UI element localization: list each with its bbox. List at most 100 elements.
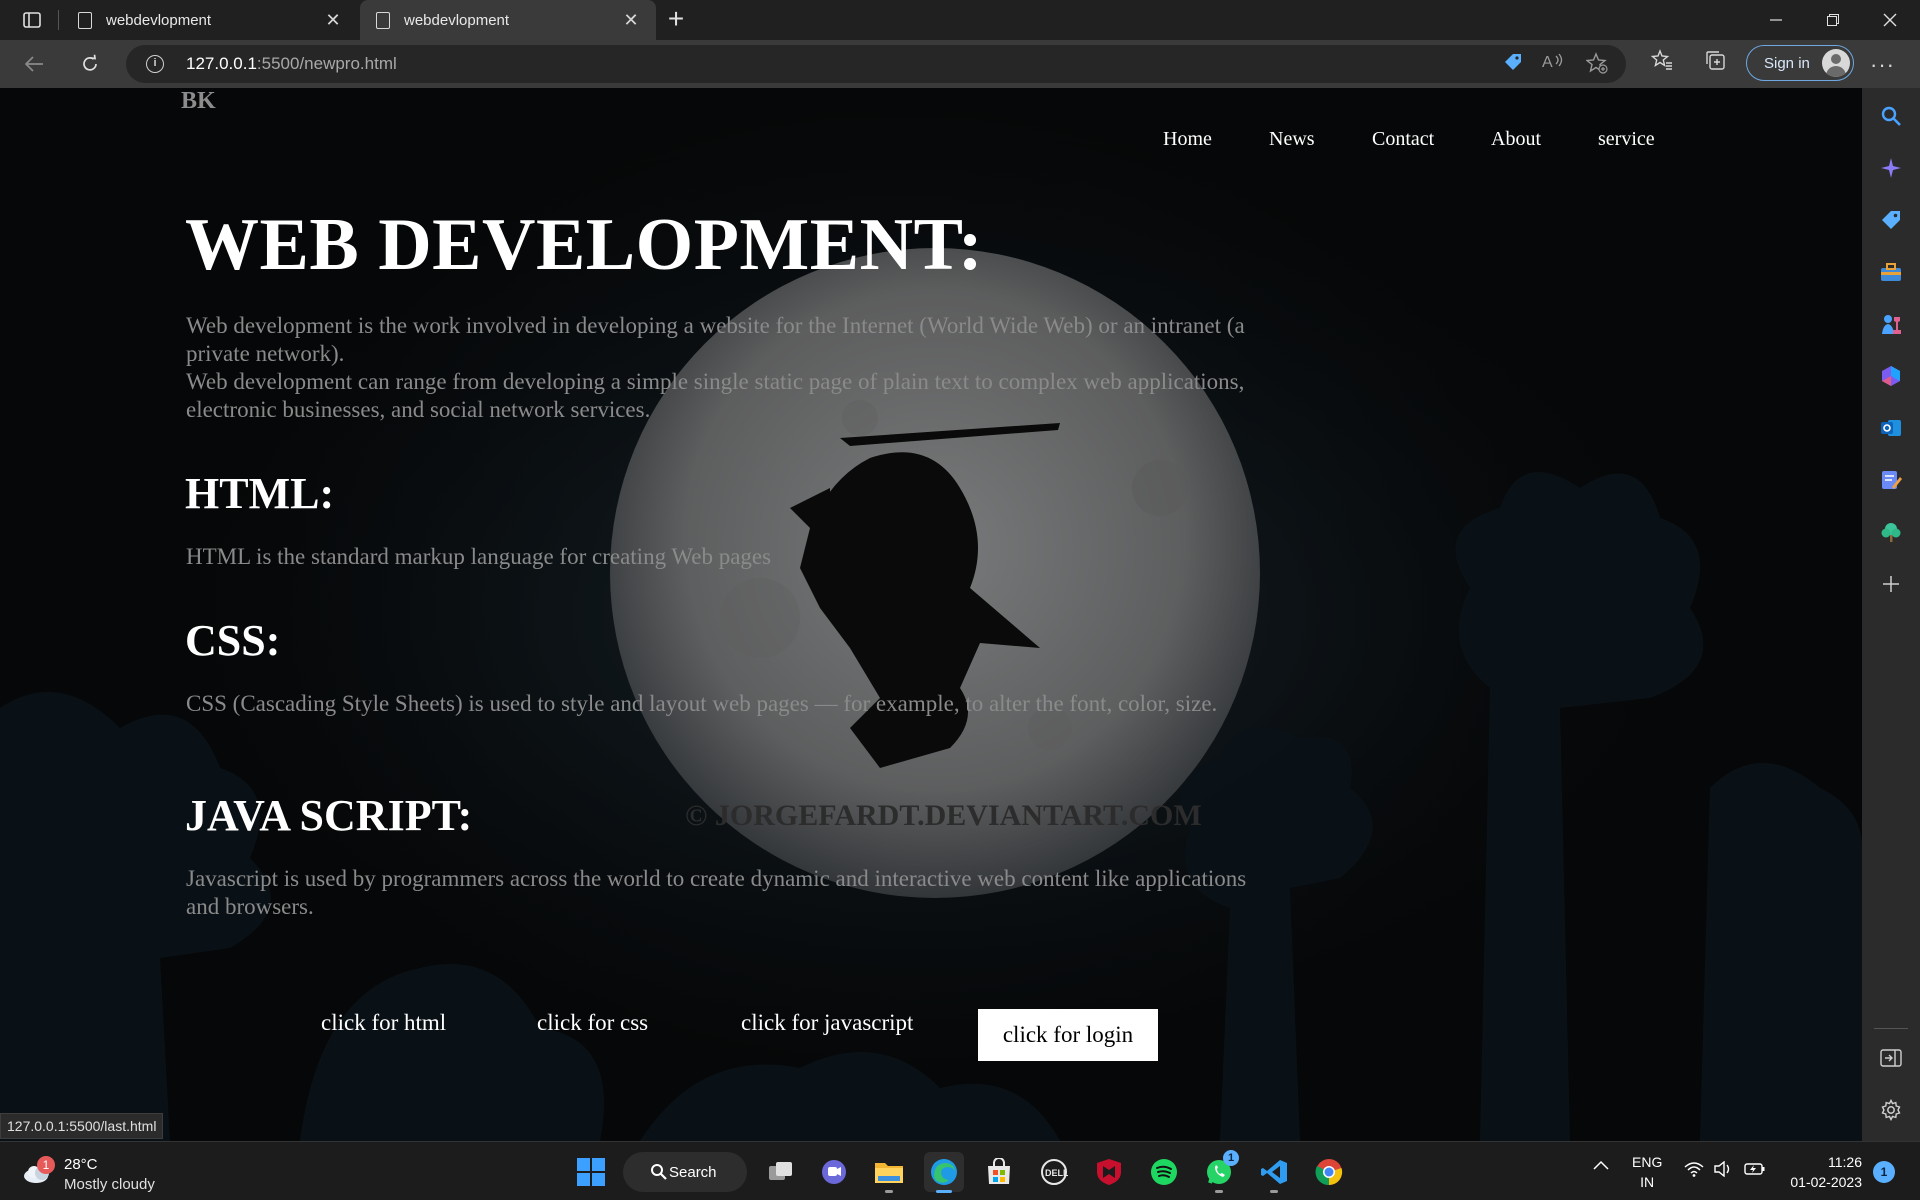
edge-logo-icon [931, 1159, 957, 1185]
html-heading: HTML: [185, 469, 335, 518]
profile-avatar-icon [1822, 49, 1850, 77]
vscode-button[interactable] [1254, 1152, 1294, 1193]
nav-news[interactable]: News [1269, 128, 1315, 151]
microsoft-store-button[interactable] [979, 1152, 1019, 1192]
search-label: Search [669, 1163, 717, 1181]
file-explorer-button[interactable] [869, 1152, 909, 1193]
teams-chat-button[interactable] [814, 1152, 854, 1192]
chrome-button[interactable] [1309, 1152, 1349, 1192]
mcafee-button[interactable] [1089, 1152, 1129, 1192]
spotify-icon [1151, 1159, 1177, 1185]
sidebar-add-button[interactable] [1879, 572, 1903, 596]
page-title: WEB DEVELOPMENT: [185, 204, 984, 286]
html-description: HTML is the standard markup language for… [186, 544, 772, 569]
page-icon [376, 11, 390, 29]
click-for-css-button[interactable]: click for css [537, 1010, 648, 1036]
refresh-icon [83, 54, 97, 71]
new-tab-button[interactable]: + [660, 4, 692, 36]
page-viewport: © JORGEFARDT.DEVIANTART.COM BK Home News… [0, 88, 1862, 1141]
favorites-button[interactable] [1647, 49, 1677, 79]
refresh-button[interactable] [72, 48, 108, 80]
sidebar-tree-button[interactable] [1879, 520, 1903, 544]
vscode-icon [1261, 1160, 1287, 1184]
coupon-tag-icon[interactable] [1500, 52, 1526, 76]
sidebar-office-button[interactable] [1879, 364, 1903, 388]
click-for-javascript-button[interactable]: click for javascript [741, 1010, 913, 1036]
nav-about[interactable]: About [1491, 128, 1541, 151]
back-button[interactable] [16, 48, 52, 80]
weather-condition: Mostly cloudy [64, 1176, 155, 1193]
sidebar-settings-button[interactable] [1879, 1098, 1903, 1122]
sidebar-hide-button[interactable] [1879, 1046, 1903, 1070]
sidebar-tools-button[interactable] [1879, 260, 1903, 284]
javascript-heading: JAVA SCRIPT: [185, 791, 473, 840]
restore-button[interactable] [1805, 0, 1861, 40]
nav-service[interactable]: service [1598, 128, 1655, 151]
tree-icon [1881, 523, 1901, 542]
restore-icon [1827, 14, 1839, 26]
close-tab-icon[interactable]: ✕ [324, 11, 342, 29]
running-indicator [1215, 1190, 1223, 1193]
edge-button[interactable] [924, 1152, 964, 1193]
click-for-login-button[interactable]: click for login [978, 1009, 1158, 1061]
show-hidden-icons-button[interactable] [1592, 1158, 1610, 1175]
tab-actions-button[interactable] [12, 6, 52, 34]
close-tab-icon[interactable]: ✕ [622, 11, 640, 29]
sign-in-button[interactable]: Sign in [1746, 45, 1854, 81]
sidebar-drop-button[interactable] [1879, 468, 1903, 492]
intro-paragraph-1: Web development is the work involved in … [186, 313, 1245, 366]
settings-more-button[interactable]: ··· [1870, 52, 1895, 78]
close-window-button[interactable] [1862, 0, 1918, 40]
language-indicator[interactable]: ENG IN [1632, 1152, 1662, 1192]
system-clock[interactable]: 11:26 01-02-2023 [1780, 1152, 1862, 1192]
tab-actions-icon [23, 12, 41, 28]
nav-home[interactable]: Home [1163, 128, 1212, 151]
tab-webdevlopment-2[interactable]: webdevlopment ✕ [360, 0, 656, 40]
address-bar[interactable]: i 127.0.0.1:5500/newpro.html A [126, 45, 1626, 83]
notification-badge[interactable]: 1 [1873, 1161, 1895, 1183]
minimize-icon [1770, 19, 1782, 21]
language-code: ENG [1632, 1154, 1663, 1170]
sidebar-games-button[interactable] [1879, 312, 1903, 336]
whatsapp-button[interactable]: 1 [1199, 1150, 1239, 1193]
link-status-bar: 127.0.0.1:5500/last.html [0, 1113, 164, 1139]
click-for-html-button[interactable]: click for html [321, 1010, 446, 1036]
sidebar-outlook-button[interactable] [1879, 416, 1903, 440]
task-view-button[interactable] [761, 1152, 801, 1192]
sidebar-shopping-button[interactable] [1879, 208, 1903, 232]
start-button[interactable] [571, 1152, 611, 1192]
spotify-button[interactable] [1144, 1152, 1184, 1192]
store-icon [988, 1158, 1010, 1184]
nav-contact[interactable]: Contact [1372, 128, 1434, 151]
search-icon [651, 1164, 667, 1180]
toolbar: i 127.0.0.1:5500/newpro.html A Sign in ·… [0, 40, 1920, 88]
chat-icon [822, 1160, 846, 1184]
website-content: BK Home News Contact About service WEB D… [0, 88, 1862, 1141]
task-view-icon [769, 1162, 792, 1180]
minimize-button[interactable] [1748, 0, 1804, 40]
url-text[interactable]: 127.0.0.1:5500/newpro.html [186, 54, 397, 74]
hide-sidebar-icon [1880, 1049, 1902, 1067]
windows-taskbar: 1 28°C Mostly cloudy Search DELL 1 ENG I… [0, 1141, 1920, 1200]
shopping-tag-icon [1882, 211, 1900, 229]
outlook-icon [1881, 420, 1901, 436]
add-favorite-icon[interactable] [1584, 52, 1610, 76]
tab-title: webdevlopment [106, 11, 212, 29]
collections-button[interactable] [1700, 49, 1730, 79]
volume-icon [1714, 1160, 1730, 1178]
clock-date: 01-02-2023 [1790, 1174, 1862, 1190]
sidebar-search-button[interactable] [1879, 104, 1903, 128]
sidebar-copilot-button[interactable] [1879, 156, 1903, 180]
javascript-description: Javascript is used by programmers across… [186, 866, 1247, 919]
tab-separator [58, 10, 59, 30]
edge-sidebar [1862, 88, 1920, 1141]
site-info-icon[interactable]: i [146, 55, 164, 73]
read-aloud-icon[interactable]: A [1540, 52, 1566, 76]
taskbar-search[interactable]: Search [623, 1152, 747, 1192]
active-indicator [936, 1190, 952, 1193]
tab-webdevlopment-1[interactable]: webdevlopment ✕ [62, 0, 358, 40]
close-icon [1883, 13, 1897, 27]
weather-widget[interactable]: 1 28°C Mostly cloudy [22, 1150, 162, 1194]
quick-settings-button[interactable] [1684, 1160, 1766, 1181]
dell-button[interactable]: DELL [1034, 1152, 1074, 1192]
